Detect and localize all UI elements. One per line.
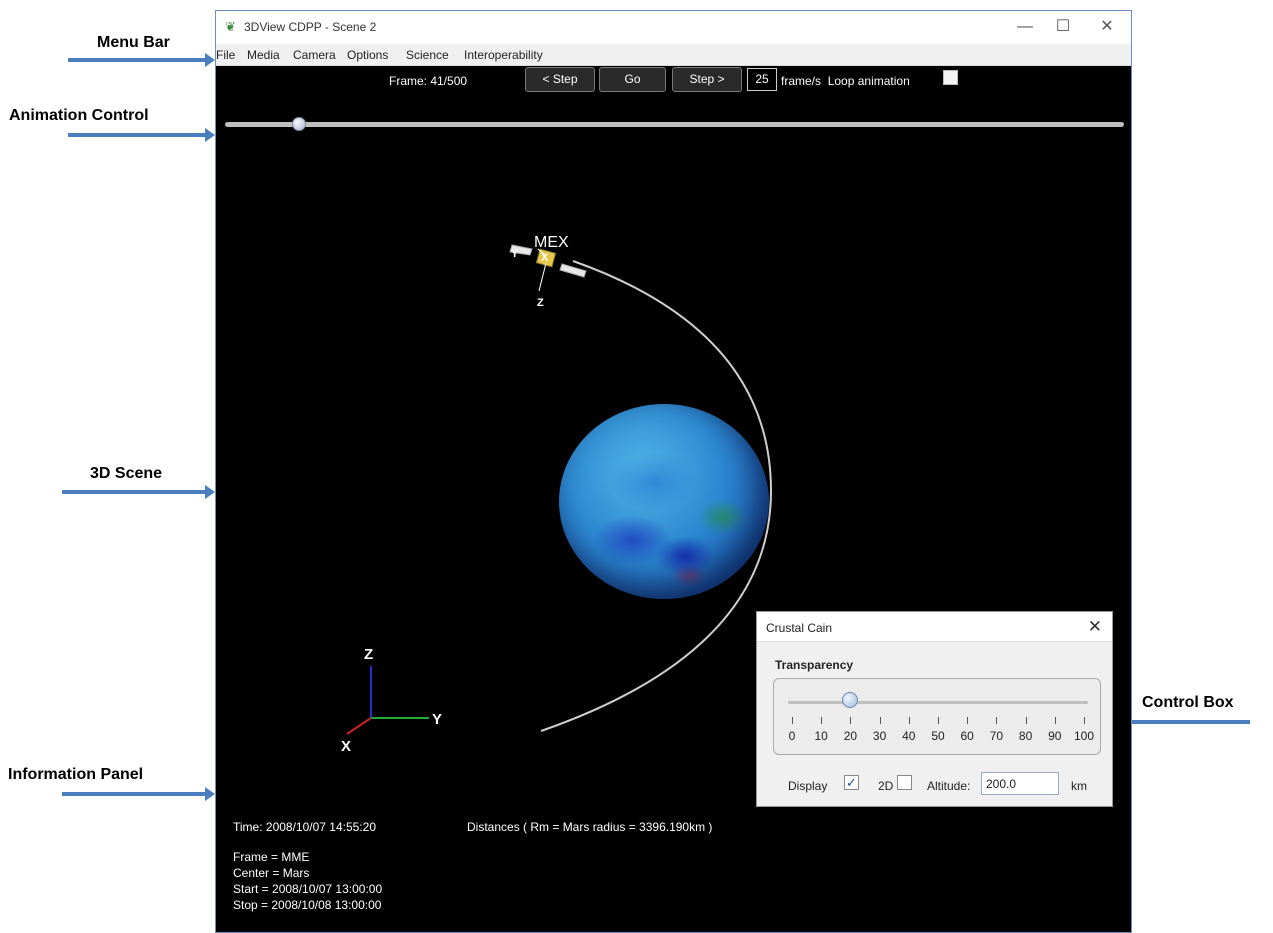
close-icon[interactable]: ✕ <box>1088 617 1102 637</box>
y-axis-label: Y <box>432 711 442 728</box>
maximize-button[interactable]: ☐ <box>1048 17 1078 37</box>
x-axis-label: X <box>341 738 351 755</box>
animation-control-arrow <box>68 128 215 142</box>
spacecraft-z-label: Z <box>537 297 544 309</box>
menu-bar: File Media Camera Options Science Intero… <box>216 44 1131 66</box>
menu-interoperability[interactable]: Interoperability <box>464 48 543 62</box>
loop-checkbox[interactable] <box>943 70 958 85</box>
transparency-tick-label: 20 <box>843 729 858 743</box>
menu-media[interactable]: Media <box>247 48 280 62</box>
transparency-tick <box>792 717 793 724</box>
transparency-slider-thumb[interactable] <box>842 692 859 708</box>
control-box-title: Crustal Cain <box>766 621 833 635</box>
transparency-tick-label: 60 <box>960 729 974 743</box>
spacecraft-label: MEX <box>534 234 569 251</box>
transparency-tick <box>967 717 969 724</box>
menu-bar-arrow <box>68 53 215 67</box>
display-label: Display <box>788 779 828 793</box>
mode-2d-checkbox[interactable] <box>897 775 912 790</box>
menu-camera[interactable]: Camera <box>293 48 336 62</box>
transparency-group: 0 10 20 30 40 50 60 70 80 90 100 <box>773 678 1101 755</box>
app-window: ❦ 3DView CDPP - Scene 2 — ☐ ✕ File Media… <box>215 10 1132 933</box>
menu-bar-annotation: Menu Bar <box>97 34 170 51</box>
altitude-unit: km <box>1071 779 1087 793</box>
axes-triad: Z Y X <box>341 646 442 755</box>
mode-2d-label: 2D <box>878 779 894 793</box>
info-time: Time: 2008/10/07 14:55:20 <box>233 820 376 834</box>
go-button[interactable]: Go <box>599 67 666 92</box>
transparency-label: Transparency <box>775 658 854 672</box>
animation-control-annotation: Animation Control <box>9 107 149 124</box>
loop-label: Loop animation <box>827 74 910 88</box>
leaf-logo-icon: ❦ <box>225 19 236 34</box>
transparency-tick-label: 30 <box>872 729 887 743</box>
transparency-tick-label: 40 <box>902 729 916 743</box>
transparency-tick-label: 100 <box>1073 729 1095 743</box>
close-button[interactable]: ✕ <box>1092 17 1122 37</box>
transparency-tick <box>1054 717 1056 724</box>
menu-options[interactable]: Options <box>347 48 388 62</box>
z-axis-label: Z <box>364 646 373 663</box>
x-axis-line <box>346 717 372 735</box>
spacecraft-y-label: Y <box>511 248 519 260</box>
animation-slider-track[interactable] <box>225 122 1124 127</box>
control-box-annotation: Control Box <box>1142 694 1234 711</box>
fps-input[interactable]: 25 <box>747 68 777 91</box>
info-center: Center = Mars <box>233 866 310 880</box>
info-panel-arrow <box>62 787 215 801</box>
info-distances: Distances ( Rm = Mars radius = 3396.190k… <box>467 820 713 834</box>
spacecraft-x-label: X <box>541 252 549 264</box>
transparency-tick-label: 70 <box>989 729 1004 743</box>
menu-science[interactable]: Science <box>406 48 449 62</box>
info-stop: Stop = 2008/10/08 13:00:00 <box>233 898 382 912</box>
transparency-tick <box>1084 717 1085 724</box>
transparency-tick-label: 0 <box>788 729 796 743</box>
transparency-tick <box>1025 717 1027 724</box>
transparency-tick-label: 80 <box>1018 729 1033 743</box>
fps-loop-label: frame/s Loop animation <box>781 74 910 88</box>
transparency-slider-track[interactable] <box>788 701 1088 704</box>
info-start: Start = 2008/10/07 13:00:00 <box>233 882 383 896</box>
mars-globe <box>559 404 769 599</box>
scene-arrow <box>62 485 215 499</box>
animation-slider-thumb[interactable] <box>291 117 306 131</box>
altitude-label: Altitude: <box>927 779 971 793</box>
step-forward-button[interactable]: Step > <box>672 67 742 92</box>
control-box-titlebar[interactable]: Crustal Cain ✕ <box>757 612 1112 642</box>
scene-annotation: 3D Scene <box>90 465 163 482</box>
window-title: 3DView CDPP - Scene 2 <box>244 20 377 34</box>
altitude-input[interactable] <box>981 772 1059 795</box>
solar-panel-right <box>559 263 587 278</box>
control-box-crustal-cain: Crustal Cain ✕ Transparency 0 10 20 30 40 50 6… <box>756 611 1113 807</box>
transparency-tick <box>821 717 823 724</box>
transparency-tick <box>850 717 852 724</box>
step-back-button[interactable]: < Step <box>525 67 595 92</box>
display-checkbox[interactable]: ✓ <box>844 775 859 790</box>
info-frame: Frame = MME <box>233 850 310 864</box>
transparency-tick <box>996 717 998 724</box>
transparency-tick <box>879 717 881 724</box>
transparency-tick-label: 50 <box>931 729 945 743</box>
transparency-tick <box>938 717 939 724</box>
transparency-tick-label: 10 <box>814 729 828 743</box>
minimize-button[interactable]: — <box>1010 17 1040 37</box>
spacecraft-z-axis <box>538 262 547 292</box>
title-bar[interactable]: ❦ 3DView CDPP - Scene 2 — ☐ ✕ <box>216 11 1131 44</box>
transparency-tick <box>908 717 910 724</box>
info-panel-annotation: Information Panel <box>8 766 144 783</box>
transparency-tick-label: 90 <box>1048 729 1062 743</box>
fps-unit: frame/s <box>781 74 822 88</box>
frame-counter: Frame: 41/500 <box>389 74 468 88</box>
menu-file[interactable]: File <box>216 48 235 62</box>
